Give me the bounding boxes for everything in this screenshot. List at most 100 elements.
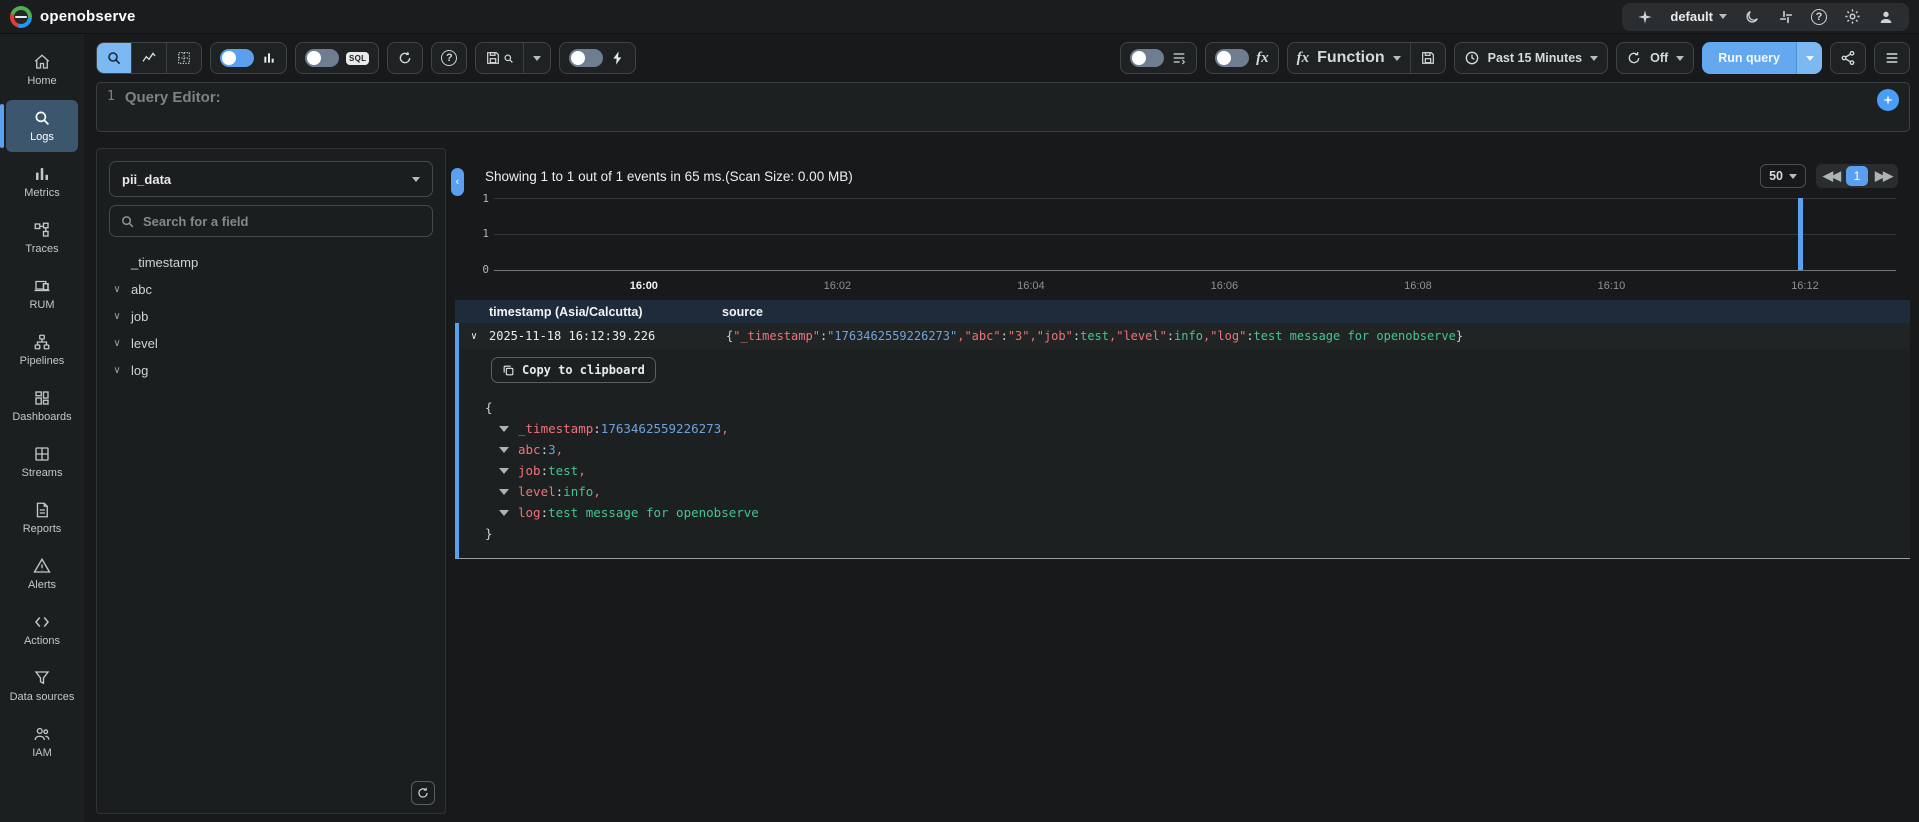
- chevron-down-icon: ∨: [111, 365, 123, 376]
- function-toggle[interactable]: [1215, 49, 1249, 67]
- sidebar-item-streams[interactable]: Streams: [6, 436, 78, 488]
- user-profile-icon[interactable]: [1877, 8, 1895, 26]
- share-button[interactable]: [1830, 42, 1866, 74]
- save-function-button[interactable]: [1410, 43, 1445, 73]
- sidebar-item-metrics[interactable]: Metrics: [6, 156, 78, 208]
- function-dropdown-label: Function: [1317, 49, 1385, 67]
- json-tree: { _timestamp:1763462559226273, abc:3, jo…: [485, 397, 1910, 544]
- dashboards-icon: [33, 389, 51, 407]
- sidebar-item-pipelines[interactable]: Pipelines: [6, 324, 78, 376]
- function-dropdown[interactable]: fx Function: [1288, 43, 1410, 73]
- dark-mode-moon-icon[interactable]: [1743, 8, 1761, 26]
- field-list: _timestamp ∨ abc ∨ job ∨ level ∨ log: [109, 249, 433, 384]
- sql-mode-line-chart-button[interactable]: [131, 43, 166, 73]
- grid-mode-button[interactable]: [166, 43, 201, 73]
- wrap-lines-toggle[interactable]: [1130, 49, 1164, 67]
- search-mode-button[interactable]: [97, 43, 131, 73]
- saved-search-dropdown[interactable]: [523, 43, 550, 73]
- current-page-button[interactable]: 1: [1846, 166, 1868, 186]
- sidebar-item-label: Reports: [23, 523, 62, 536]
- sql-toggle-group: SQL: [295, 42, 379, 74]
- reset-filters-button[interactable]: [387, 42, 423, 74]
- histogram-plot[interactable]: [494, 198, 1896, 271]
- next-page-button[interactable]: ▶▶: [1872, 168, 1894, 184]
- column-header-timestamp[interactable]: timestamp (Asia/Calcutta): [455, 305, 722, 319]
- sidebar-item-reports[interactable]: Reports: [6, 492, 78, 544]
- prev-page-button[interactable]: ◀◀: [1820, 168, 1842, 184]
- sidebar-item-rum[interactable]: RUM: [6, 268, 78, 320]
- collapse-arrow-icon[interactable]: [499, 447, 509, 453]
- run-query-button[interactable]: Run query: [1702, 42, 1796, 74]
- sidebar-item-label: Dashboards: [12, 411, 71, 424]
- copy-to-clipboard-button[interactable]: Copy to clipboard: [491, 357, 656, 383]
- json-close-brace: }: [485, 523, 1910, 544]
- log-row-block: ∨ 2025-11-18 16:12:39.226 {"_timestamp":…: [455, 323, 1910, 559]
- sidebar-item-dashboards[interactable]: Dashboards: [6, 380, 78, 432]
- settings-gear-icon[interactable]: [1843, 8, 1861, 26]
- refresh-fields-button[interactable]: [411, 781, 435, 805]
- column-header-source[interactable]: source: [722, 305, 1910, 319]
- sidebar-item-data-sources[interactable]: Data sources: [6, 660, 78, 712]
- collapse-arrow-icon[interactable]: [499, 468, 509, 474]
- histogram-toggle[interactable]: [220, 49, 254, 67]
- page-controls: ◀◀ 1 ▶▶: [1816, 164, 1898, 188]
- events-histogram[interactable]: 1 1 0 16:00 16:02 16:04 16:06 16:08 16:1…: [455, 194, 1910, 292]
- sidebar-item-label: Streams: [22, 467, 63, 480]
- stream-select[interactable]: pii_data: [109, 161, 433, 197]
- funnel-icon: [33, 669, 51, 687]
- search-mode-segment: [96, 42, 202, 74]
- query-help-button[interactable]: ?: [431, 42, 467, 74]
- header-actions: default ?: [1622, 3, 1909, 31]
- sql-mode-toggle[interactable]: [305, 49, 339, 67]
- org-selector[interactable]: default: [1670, 9, 1727, 24]
- slack-icon[interactable]: [1777, 8, 1795, 26]
- time-range-dropdown[interactable]: Past 15 Minutes: [1454, 42, 1608, 74]
- streams-icon: [33, 445, 51, 463]
- sidebar-item-label: Home: [27, 75, 56, 88]
- chevron-down-icon: [1676, 56, 1684, 61]
- collapse-arrow-icon[interactable]: [499, 510, 509, 516]
- sidebar-item-iam[interactable]: IAM: [6, 716, 78, 768]
- collapse-fields-panel-button[interactable]: ‹: [451, 168, 464, 196]
- sidebar-item-traces[interactable]: Traces: [6, 212, 78, 264]
- field-label: _timestamp: [131, 255, 198, 270]
- collapse-arrow-icon[interactable]: [499, 426, 509, 432]
- help-icon[interactable]: ?: [1811, 9, 1827, 25]
- sidebar-item-actions[interactable]: Actions: [6, 604, 78, 656]
- document-icon: [33, 501, 51, 519]
- field-item-level[interactable]: ∨ level: [109, 330, 433, 357]
- row-source: {"_timestamp":"1763462559226273","abc":"…: [726, 329, 1910, 343]
- row-expand-chevron-icon[interactable]: ∨: [459, 331, 489, 342]
- sparkle-ai-icon[interactable]: [1636, 8, 1654, 26]
- collapse-arrow-icon[interactable]: [499, 489, 509, 495]
- run-query-dropdown[interactable]: [1796, 42, 1822, 74]
- field-item-timestamp[interactable]: _timestamp: [109, 249, 433, 276]
- openobserve-logo-icon: [10, 6, 32, 28]
- expanded-log-detail: Copy to clipboard { _timestamp:176346255…: [459, 349, 1910, 558]
- log-table-row[interactable]: ∨ 2025-11-18 16:12:39.226 {"_timestamp":…: [459, 323, 1910, 349]
- page-size-dropdown[interactable]: 50: [1760, 164, 1806, 188]
- app-header: openobserve default ?: [0, 0, 1919, 34]
- ai-assistant-button[interactable]: [1877, 89, 1899, 111]
- field-item-job[interactable]: ∨ job: [109, 303, 433, 330]
- sidebar-item-label: Actions: [24, 635, 60, 648]
- sidebar-item-home[interactable]: Home: [6, 44, 78, 96]
- field-label: log: [131, 363, 148, 378]
- sidebar-item-alerts[interactable]: Alerts: [6, 548, 78, 600]
- histogram-bar[interactable]: [1798, 198, 1803, 270]
- sidebar-item-logs[interactable]: Logs: [6, 100, 78, 152]
- fx-icon: fx: [1256, 50, 1269, 67]
- brand-name: openobserve: [40, 8, 136, 25]
- save-search-button[interactable]: [476, 43, 523, 73]
- field-search-input[interactable]: Search for a field: [109, 205, 433, 237]
- y-tick: 0: [459, 263, 489, 276]
- pagination: 50 ◀◀ 1 ▶▶: [1760, 164, 1910, 188]
- field-item-abc[interactable]: ∨ abc: [109, 276, 433, 303]
- menu-button[interactable]: [1874, 42, 1910, 74]
- sidebar-item-label: Data sources: [10, 691, 75, 704]
- auto-refresh-dropdown[interactable]: Off: [1616, 42, 1694, 74]
- quick-mode-toggle[interactable]: [569, 49, 603, 67]
- json-line-timestamp: _timestamp:1763462559226273,: [485, 418, 1910, 439]
- query-editor[interactable]: 1 Query Editor:: [96, 82, 1910, 132]
- field-item-log[interactable]: ∨ log: [109, 357, 433, 384]
